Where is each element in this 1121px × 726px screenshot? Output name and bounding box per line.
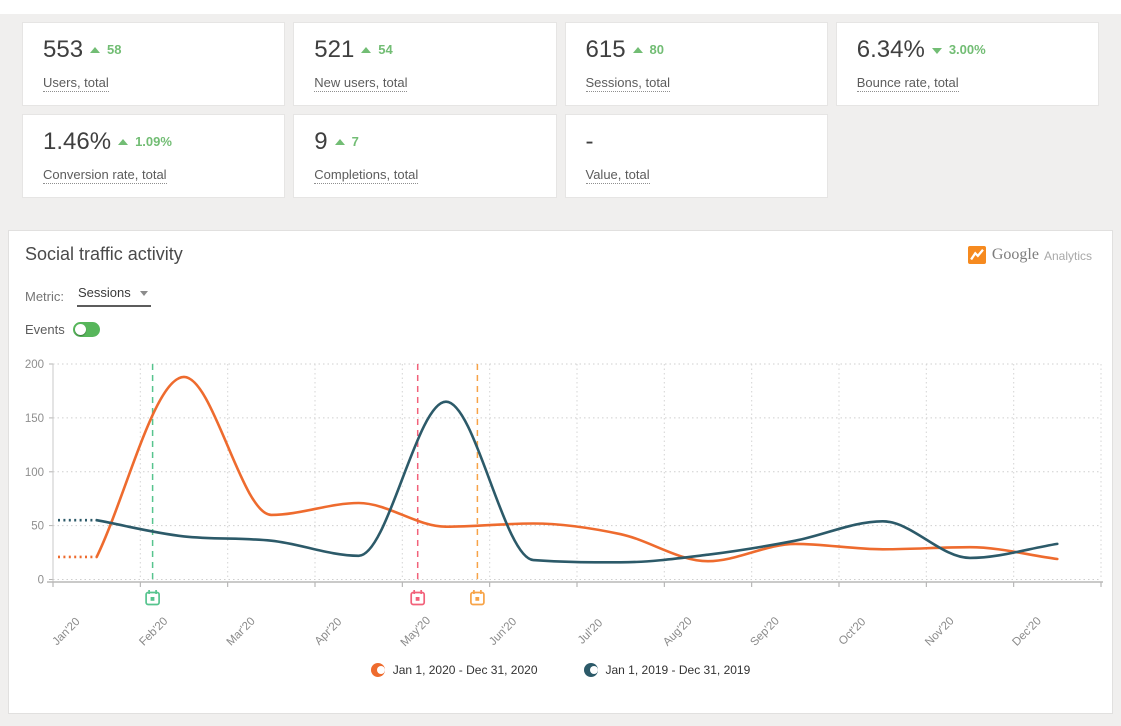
x-axis-label: Mar'20: [225, 615, 258, 648]
kpi-card: 615 80 Sessions, total: [564, 22, 828, 106]
y-axis-label: 150: [25, 413, 44, 425]
y-axis-label: 0: [38, 575, 44, 587]
legend-label: Jan 1, 2019 - Dec 31, 2019: [605, 663, 751, 677]
kpi-card: - Value, total: [564, 114, 828, 198]
x-axis-label: Oct'20: [837, 616, 869, 648]
kpi-value: 553: [43, 36, 84, 63]
metric-dropdown[interactable]: Sessions: [77, 285, 151, 307]
kpi-delta: 54: [378, 42, 393, 57]
chart-legend: Jan 1, 2020 - Dec 31, 2020 Jan 1, 2019 - …: [9, 663, 1112, 677]
x-axis-label: Jul'20: [576, 617, 605, 646]
kpi-label[interactable]: Completions, total: [314, 167, 419, 184]
delta-up-icon: [118, 139, 129, 145]
events-toggle[interactable]: [72, 322, 100, 337]
event-calendar-icon[interactable]: [145, 590, 160, 606]
kpi-label[interactable]: New users, total: [314, 75, 408, 92]
legend-swatch-icon: [370, 663, 385, 677]
kpi-value: 9: [314, 128, 328, 155]
social-traffic-panel: Social traffic activity Google Analytics…: [8, 230, 1113, 714]
kpi-delta: 80: [649, 42, 665, 57]
kpi-value: 521: [314, 36, 355, 63]
kpi-label[interactable]: Value, total: [585, 167, 650, 184]
top-strip: [0, 0, 1121, 14]
kpi-label[interactable]: Sessions, total: [585, 75, 671, 92]
kpi-delta: 7: [351, 134, 359, 149]
kpi-card: 6.34% 3.00% Bounce rate, total: [835, 22, 1099, 106]
event-calendar-icon[interactable]: [410, 590, 426, 606]
kpi-delta: 3.00%: [948, 42, 986, 57]
delta-up-icon: [632, 47, 643, 53]
metric-row: Metric: Sessions: [25, 285, 1112, 307]
x-axis-label: Nov'20: [923, 615, 957, 649]
y-axis-label: 200: [25, 359, 44, 371]
x-axis-label: Feb'20: [137, 615, 170, 648]
events-label: Events: [25, 322, 65, 337]
kpi-card: 521 54 New users, total: [293, 22, 557, 106]
delta-up-icon: [90, 47, 101, 53]
x-axis-label: Jan'20: [50, 616, 82, 648]
delta-up-icon: [361, 47, 372, 53]
legend-swatch-icon: [583, 663, 598, 677]
x-axis-label: Apr'20: [313, 616, 345, 648]
kpi-card: 9 7 Completions, total: [293, 114, 557, 198]
delta-up-icon: [334, 139, 345, 145]
metric-label: Metric:: [25, 288, 64, 304]
y-axis-label: 100: [25, 467, 44, 479]
x-axis-label: Sep'20: [748, 615, 782, 649]
logo-product-text: Analytics: [1043, 249, 1092, 263]
logo-brand-text: Google: [991, 246, 1039, 263]
panel-header: Social traffic activity Google Analytics: [9, 231, 1112, 265]
google-analytics-icon: [967, 246, 986, 264]
kpi-value: 6.34%: [856, 36, 925, 63]
kpi-card: 1.46% 1.09% Conversion rate, total: [22, 114, 286, 198]
x-axis-label: May'20: [399, 615, 433, 649]
page-title: Social traffic activity: [25, 244, 183, 264]
metric-selected-value: Sessions: [78, 285, 131, 300]
google-analytics-logo: Google Analytics: [967, 246, 1092, 264]
kpi-value: 615: [585, 36, 626, 63]
x-axis-label: Jun'20: [487, 616, 519, 648]
kpi-section: 553 58 Users, total 521 54 New users, total 61…: [0, 14, 1121, 216]
kpi-label[interactable]: Conversion rate, total: [43, 167, 167, 184]
x-axis-label: Dec'20: [1010, 615, 1044, 649]
x-axis-label: Aug'20: [661, 615, 695, 649]
toggle-knob: [74, 324, 86, 335]
kpi-label[interactable]: Users, total: [43, 75, 109, 92]
kpi-card: 553 58 Users, total: [22, 22, 286, 106]
event-calendar-icon[interactable]: [470, 590, 485, 606]
kpi-label[interactable]: Bounce rate, total: [856, 75, 959, 92]
legend-item[interactable]: Jan 1, 2019 - Dec 31, 2019: [583, 663, 751, 677]
kpi-grid: 553 58 Users, total 521 54 New users, total 61…: [22, 22, 1099, 198]
events-row: Events: [25, 322, 1112, 337]
legend-label: Jan 1, 2020 - Dec 31, 2020: [392, 663, 538, 677]
kpi-delta: 58: [107, 42, 122, 57]
kpi-value: -: [585, 128, 594, 155]
legend-item[interactable]: Jan 1, 2020 - Dec 31, 2020: [370, 663, 538, 677]
chart-svg: 0 50 100 150 200 Jan'20 Feb'20 Mar'20 Apr'20 May'…: [9, 351, 1114, 663]
chevron-down-icon: [139, 291, 148, 296]
traffic-line-chart: 0 50 100 150 200 Jan'20 Feb'20 Mar'20 Apr'20 May'…: [25, 359, 1103, 649]
y-axis-label: 50: [31, 521, 44, 533]
kpi-value: 1.46%: [43, 128, 112, 155]
kpi-delta: 1.09%: [135, 134, 172, 149]
delta-down-icon: [931, 48, 942, 54]
